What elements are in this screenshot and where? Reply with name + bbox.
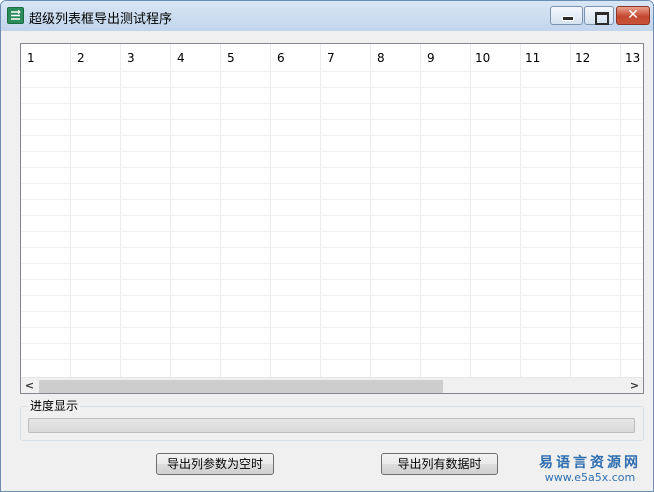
list-row [21, 71, 643, 72]
column-header[interactable]: 13 [621, 44, 643, 71]
window-title: 超级列表框导出测试程序 [29, 12, 173, 27]
super-list-box[interactable]: 1 2 3 4 5 6 7 8 9 10 11 12 13 < > [20, 43, 644, 394]
list-row [21, 167, 643, 168]
list-row [21, 343, 643, 344]
column-header[interactable]: 6 [271, 44, 321, 71]
list-row [21, 359, 643, 360]
list-row [21, 151, 643, 152]
maximize-icon [585, 7, 613, 25]
watermark-url: www.e5a5x.com [544, 471, 636, 484]
list-row [21, 103, 643, 104]
list-row [21, 295, 643, 296]
main-window: 超级列表框导出测试程序 ✕ 1 2 3 4 5 6 7 8 9 10 11 12 13 < > 进度显示 [0, 0, 654, 492]
title-bar[interactable]: 超级列表框导出测试程序 ✕ [1, 1, 653, 31]
list-row [21, 135, 643, 136]
scroll-left-icon[interactable]: < [21, 378, 38, 393]
list-header: 1 2 3 4 5 6 7 8 9 10 11 12 13 [21, 44, 643, 71]
client-area: 1 2 3 4 5 6 7 8 9 10 11 12 13 < > 进度显示 导出列参数为空时 导出列有… [8, 31, 647, 486]
column-header[interactable]: 7 [321, 44, 371, 71]
export-with-data-button[interactable]: 导出列有数据时 [381, 453, 498, 475]
app-icon [7, 7, 24, 24]
list-row [21, 279, 643, 280]
list-row [21, 247, 643, 248]
list-row [21, 87, 643, 88]
column-header[interactable]: 9 [421, 44, 471, 71]
watermark: 易语言资源网 www.e5a5x.com [530, 455, 650, 484]
list-row [21, 215, 643, 216]
list-row [21, 183, 643, 184]
list-row [21, 231, 643, 232]
maximize-button[interactable] [584, 6, 614, 25]
list-row [21, 199, 643, 200]
column-header[interactable]: 12 [571, 44, 621, 71]
column-header[interactable]: 8 [371, 44, 421, 71]
list-row [21, 119, 643, 120]
minimize-button[interactable] [550, 6, 583, 25]
horizontal-scrollbar[interactable]: < > [21, 377, 643, 393]
list-body: 1 2 3 4 5 6 7 8 9 10 11 12 13 [21, 44, 643, 377]
progress-group: 进度显示 [20, 399, 644, 441]
progress-group-label: 进度显示 [28, 399, 81, 413]
scroll-right-icon[interactable]: > [626, 378, 643, 393]
close-button[interactable]: ✕ [616, 6, 650, 25]
watermark-title: 易语言资源网 [539, 455, 641, 471]
scroll-thumb[interactable] [39, 380, 443, 393]
list-row [21, 311, 643, 312]
export-empty-button[interactable]: 导出列参数为空时 [156, 453, 274, 475]
column-header[interactable]: 4 [171, 44, 221, 71]
column-header[interactable]: 11 [521, 44, 571, 71]
list-row [21, 263, 643, 264]
column-header[interactable]: 1 [21, 44, 71, 71]
column-header[interactable]: 10 [471, 44, 521, 71]
column-header[interactable]: 2 [71, 44, 121, 71]
column-header[interactable]: 5 [221, 44, 271, 71]
minimize-icon [551, 7, 582, 24]
close-icon: ✕ [627, 7, 639, 23]
list-row [21, 327, 643, 328]
progress-bar [28, 418, 635, 433]
column-header[interactable]: 3 [121, 44, 171, 71]
